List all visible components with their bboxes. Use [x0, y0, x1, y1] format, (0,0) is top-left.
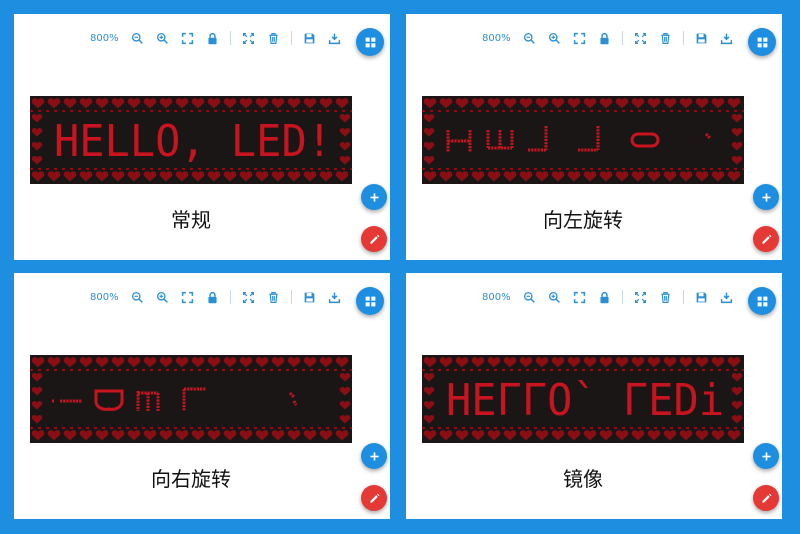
fullscreen-icon[interactable] [632, 289, 649, 306]
save-icon[interactable] [301, 289, 318, 306]
save-icon[interactable] [693, 289, 710, 306]
zoom-level: 800% [482, 32, 511, 44]
add-button[interactable] [753, 184, 779, 210]
fullscreen-icon[interactable] [240, 30, 257, 47]
grid-menu-button[interactable] [748, 287, 776, 315]
download-icon[interactable] [718, 30, 735, 47]
edit-button[interactable] [753, 226, 779, 252]
zoom-in-icon[interactable] [154, 289, 171, 306]
edit-button[interactable] [753, 485, 779, 511]
add-button[interactable] [361, 443, 387, 469]
toolbar-separator [682, 31, 684, 45]
toolbar-separator [290, 31, 292, 45]
add-button[interactable] [753, 443, 779, 469]
toolbar-separator [682, 290, 684, 304]
lock-icon[interactable] [596, 30, 613, 47]
fullscreen-icon[interactable] [632, 30, 649, 47]
led-demo-grid: 800% HELLO, LED! 常规 800% 向左旋转 800% 向右旋转 … [0, 0, 800, 534]
lock-icon[interactable] [204, 289, 221, 306]
toolbar: 800% [482, 287, 735, 307]
toolbar-separator [621, 31, 623, 45]
led-display: HEГГO` ГEDi [422, 355, 744, 443]
zoom-out-icon[interactable] [521, 30, 538, 47]
fit-screen-icon[interactable] [571, 30, 588, 47]
led-display [30, 355, 352, 443]
add-button[interactable] [361, 184, 387, 210]
toolbar: 800% [482, 28, 735, 48]
edit-button[interactable] [361, 226, 387, 252]
fit-screen-icon[interactable] [571, 289, 588, 306]
save-icon[interactable] [693, 30, 710, 47]
grid-menu-button[interactable] [356, 287, 384, 315]
delete-icon[interactable] [265, 30, 282, 47]
delete-icon[interactable] [657, 289, 674, 306]
download-icon[interactable] [718, 289, 735, 306]
panel-caption: 常规 [171, 208, 211, 232]
zoom-out-icon[interactable] [521, 289, 538, 306]
grid-menu-button[interactable] [748, 28, 776, 56]
zoom-out-icon[interactable] [129, 289, 146, 306]
zoom-in-icon[interactable] [154, 30, 171, 47]
toolbar-separator [229, 31, 231, 45]
fit-screen-icon[interactable] [179, 30, 196, 47]
led-display: HELLO, LED! [30, 96, 352, 184]
panel-caption: 向左旋转 [543, 208, 623, 232]
toolbar: 800% [90, 28, 343, 48]
toolbar-separator [229, 290, 231, 304]
panel-rotate-left: 800% 向左旋转 [406, 14, 782, 260]
toolbar-separator [290, 290, 292, 304]
svg-text:HEГГO` ГEDi: HEГГO` ГEDi [446, 375, 724, 426]
panel-caption: 向右旋转 [151, 467, 231, 491]
zoom-in-icon[interactable] [546, 30, 563, 47]
zoom-in-icon[interactable] [546, 289, 563, 306]
edit-button[interactable] [361, 485, 387, 511]
toolbar-separator [621, 290, 623, 304]
delete-icon[interactable] [657, 30, 674, 47]
lock-icon[interactable] [204, 30, 221, 47]
save-icon[interactable] [301, 30, 318, 47]
panel-normal: 800% HELLO, LED! 常规 [14, 14, 390, 260]
lock-icon[interactable] [596, 289, 613, 306]
panel-rotate-right: 800% 向右旋转 [14, 273, 390, 519]
download-icon[interactable] [326, 289, 343, 306]
zoom-level: 800% [482, 291, 511, 303]
panel-caption: 镜像 [563, 467, 603, 491]
svg-text:HELLO, LED!: HELLO, LED! [54, 116, 332, 167]
zoom-level: 800% [90, 32, 119, 44]
zoom-level: 800% [90, 291, 119, 303]
panel-mirror: 800% HEГГO` ГEDi 镜像 [406, 273, 782, 519]
delete-icon[interactable] [265, 289, 282, 306]
download-icon[interactable] [326, 30, 343, 47]
fit-screen-icon[interactable] [179, 289, 196, 306]
led-display [422, 96, 744, 184]
grid-menu-button[interactable] [356, 28, 384, 56]
zoom-out-icon[interactable] [129, 30, 146, 47]
toolbar: 800% [90, 287, 343, 307]
fullscreen-icon[interactable] [240, 289, 257, 306]
